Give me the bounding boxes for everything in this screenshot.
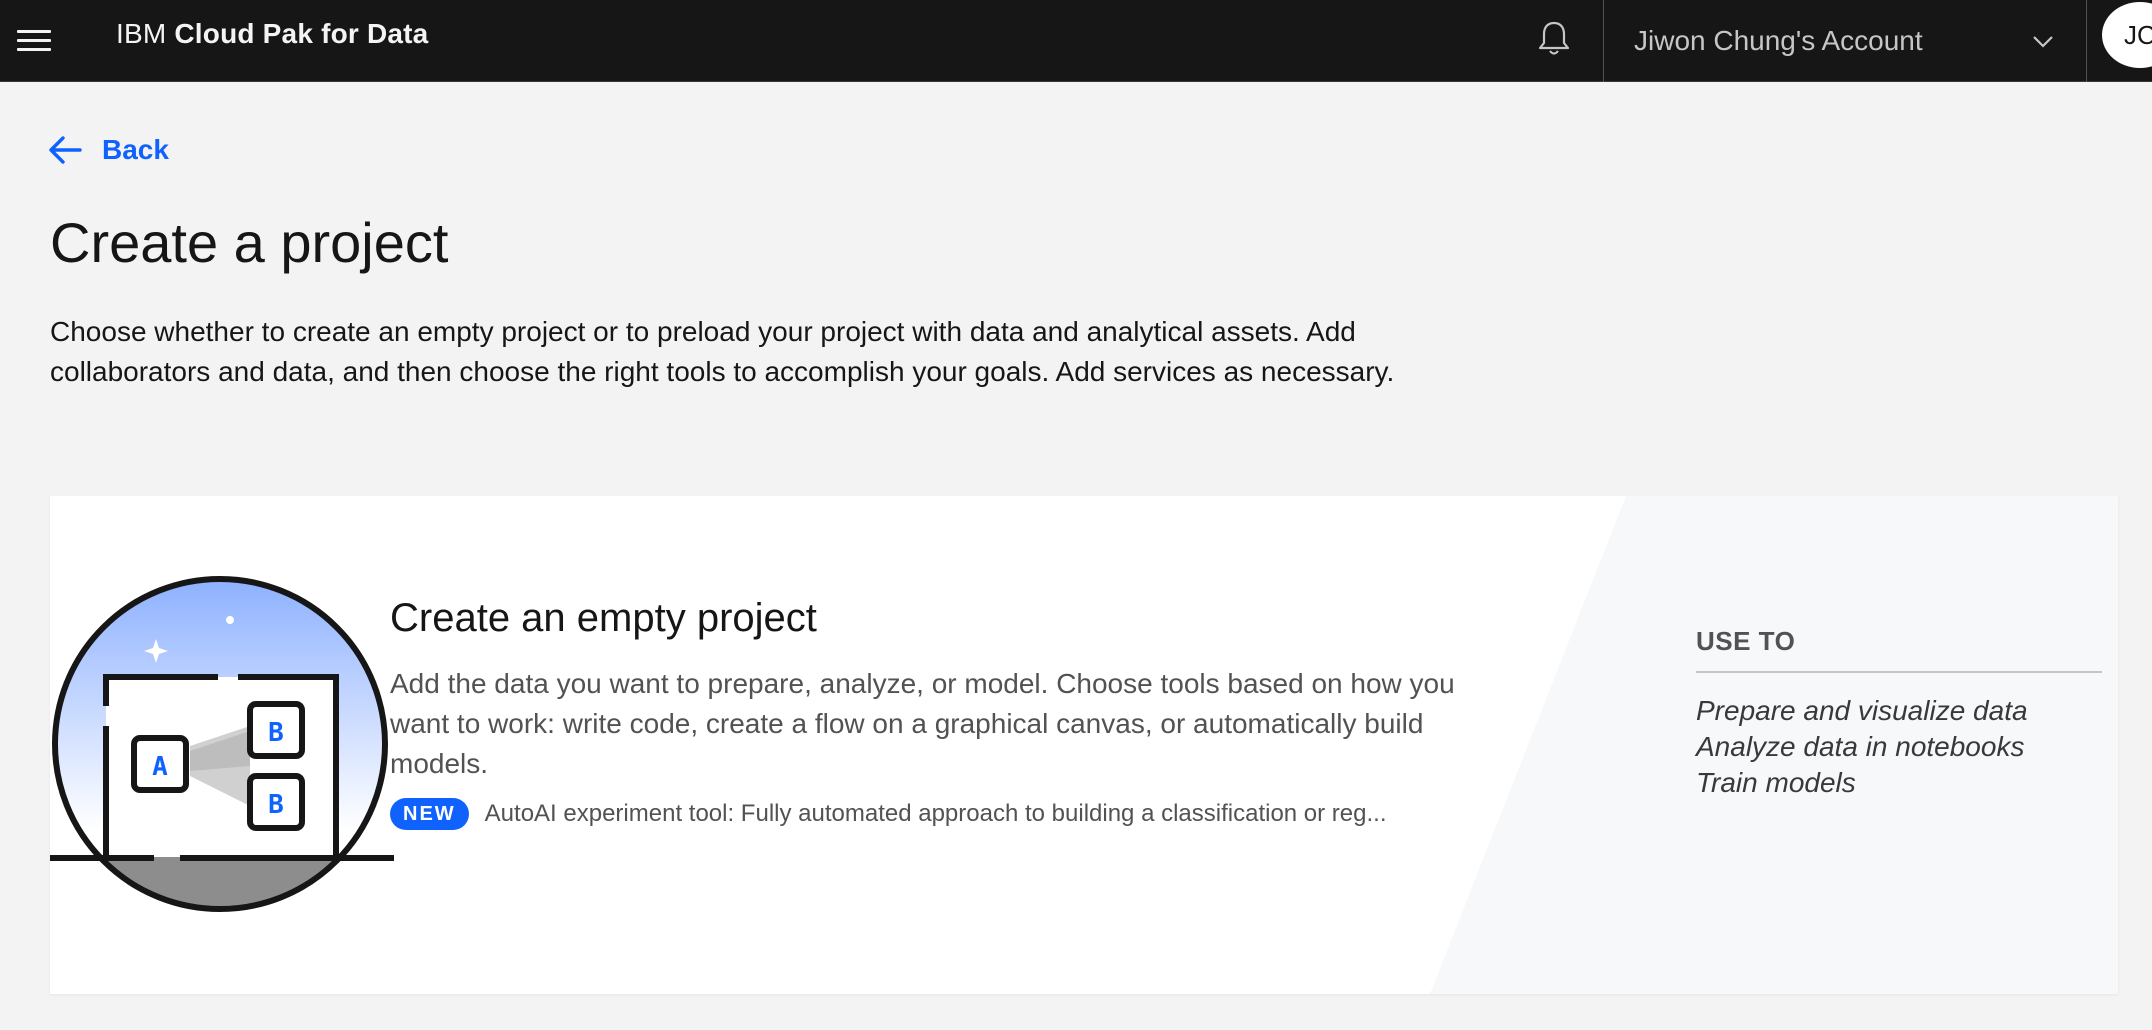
use-to-heading: USE TO (1696, 626, 2102, 673)
empty-project-illustration: A B B (50, 576, 394, 912)
box-label-a: A (152, 752, 168, 782)
card-title: Create an empty project (390, 596, 817, 640)
back-label: Back (102, 134, 169, 165)
account-name: Jiwon Chung's Account (1634, 25, 1923, 56)
page-title: Create a project (50, 211, 449, 274)
use-to-list: Prepare and visualize data Analyze data … (1696, 693, 2102, 801)
create-empty-project-tile[interactable]: A B B Create an empty project Add the da… (50, 496, 2118, 994)
use-to-section: USE TO Prepare and visualize data Analyz… (1696, 626, 2102, 801)
product-name[interactable]: IBM Cloud Pak for Data (116, 18, 428, 50)
top-navigation-bar: IBM Cloud Pak for Data Jiwon Chung's Acc… (0, 0, 2152, 82)
chevron-down-icon (2033, 36, 2053, 48)
use-to-item: Prepare and visualize data (1696, 695, 2028, 726)
account-switcher[interactable]: Jiwon Chung's Account (1604, 0, 2086, 82)
bell-icon[interactable] (1530, 14, 1578, 62)
arrow-left-icon (49, 136, 82, 164)
brand-ibm: IBM (116, 18, 167, 49)
hamburger-menu-icon[interactable] (14, 20, 54, 60)
box-label-b1: B (268, 718, 284, 748)
new-feature-text: AutoAI experiment tool: Fully automated … (484, 800, 1387, 827)
brand-product: Cloud Pak for Data (174, 18, 429, 49)
new-feature-row: NEW AutoAI experiment tool: Fully automa… (390, 798, 1387, 830)
back-link[interactable]: Back (48, 134, 169, 166)
card-description: Add the data you want to prepare, analyz… (390, 668, 1455, 779)
use-to-item: Train models (1696, 767, 1856, 798)
page-description: Choose whether to create an empty projec… (50, 316, 1395, 387)
use-to-item: Analyze data in notebooks (1696, 731, 2025, 762)
box-label-b2: B (268, 790, 284, 820)
user-avatar[interactable]: JC (2102, 2, 2152, 68)
header-divider (2086, 0, 2087, 82)
new-badge: NEW (390, 798, 469, 830)
